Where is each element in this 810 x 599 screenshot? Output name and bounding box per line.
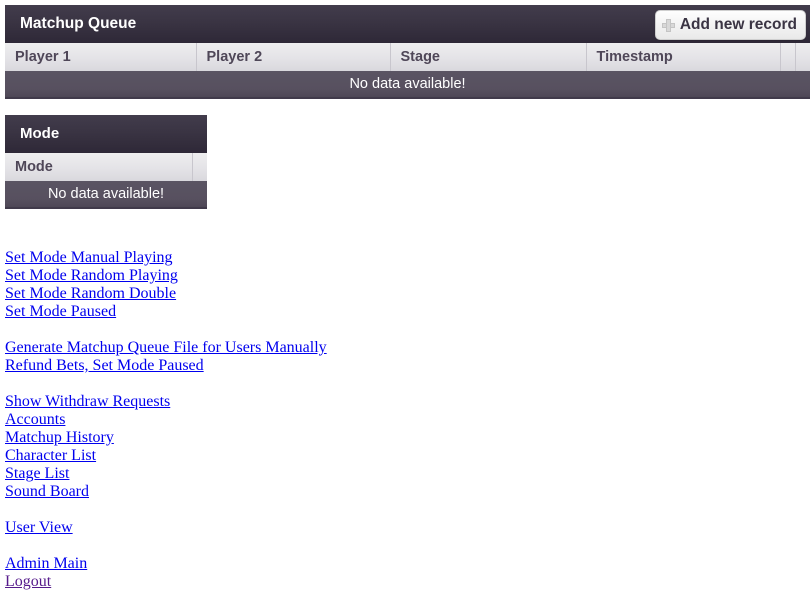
link-set-mode-random-double[interactable]: Set Mode Random Double — [5, 285, 176, 303]
link-row: Sound Board — [5, 483, 810, 501]
link-row: Set Mode Random Playing — [5, 267, 810, 285]
add-new-record-label: Add new record — [679, 16, 797, 33]
link-row: Show Withdraw Requests — [5, 393, 810, 411]
matchup-queue-table: Player 1 Player 2 Stage Timestamp No dat… — [5, 43, 810, 99]
column-header-action-1 — [780, 43, 796, 71]
link-group-spacer — [0, 537, 810, 555]
link-stage-list[interactable]: Stage List — [5, 465, 69, 483]
link-row: Set Mode Paused — [5, 303, 810, 321]
link-user-view[interactable]: User View — [5, 519, 73, 537]
link-group-spacer — [0, 375, 810, 393]
matchup-queue-header-row: Player 1 Player 2 Stage Timestamp — [5, 43, 810, 71]
mode-table: Mode No data available! — [5, 153, 207, 209]
admin-page-links: Show Withdraw Requests Accounts Matchup … — [5, 393, 810, 501]
matchup-queue-panel: Matchup Queue Add new record Player 1 Pl… — [5, 5, 810, 99]
view-links: User View — [5, 519, 810, 537]
link-set-mode-manual-playing[interactable]: Set Mode Manual Playing — [5, 249, 173, 267]
column-header-mode[interactable]: Mode — [5, 153, 193, 181]
mode-action-links: Set Mode Manual Playing Set Mode Random … — [5, 249, 810, 321]
column-header-player2[interactable]: Player 2 — [196, 43, 391, 71]
matchup-queue-title-bar: Matchup Queue Add new record — [5, 5, 810, 43]
link-logout[interactable]: Logout — [5, 573, 51, 591]
file-action-links: Generate Matchup Queue File for Users Ma… — [5, 339, 810, 375]
link-row: Stage List — [5, 465, 810, 483]
mode-empty-row: No data available! — [5, 181, 207, 209]
admin-page: Matchup Queue Add new record Player 1 Pl… — [0, 0, 810, 599]
column-header-stage[interactable]: Stage — [390, 43, 587, 71]
link-row: Admin Main — [5, 555, 810, 573]
page-title: Matchup Queue — [20, 15, 137, 32]
link-accounts[interactable]: Accounts — [5, 411, 65, 429]
mode-empty-message: No data available! — [5, 181, 207, 209]
link-row: Set Mode Random Double — [5, 285, 810, 303]
link-row: Refund Bets, Set Mode Paused — [5, 357, 810, 375]
link-row: User View — [5, 519, 810, 537]
link-set-mode-random-playing[interactable]: Set Mode Random Playing — [5, 267, 178, 285]
matchup-queue-empty-message: No data available! — [5, 71, 810, 99]
mode-header-row: Mode — [5, 153, 207, 181]
add-new-record-button[interactable]: Add new record — [654, 10, 806, 40]
link-row: Matchup History — [5, 429, 810, 447]
column-header-timestamp[interactable]: Timestamp — [586, 43, 781, 71]
link-row: Logout — [5, 573, 810, 591]
column-header-player1[interactable]: Player 1 — [5, 43, 197, 71]
mode-title-bar: Mode — [5, 115, 207, 153]
session-links: Admin Main Logout — [5, 555, 810, 591]
column-header-action-2 — [795, 43, 810, 71]
plus-icon — [661, 18, 675, 32]
link-generate-matchup-queue-file[interactable]: Generate Matchup Queue File for Users Ma… — [5, 339, 327, 357]
link-refund-bets-set-mode-paused[interactable]: Refund Bets, Set Mode Paused — [5, 357, 204, 375]
link-show-withdraw-requests[interactable]: Show Withdraw Requests — [5, 393, 170, 411]
link-matchup-history[interactable]: Matchup History — [5, 429, 114, 447]
link-character-list[interactable]: Character List — [5, 447, 96, 465]
link-group-spacer — [0, 501, 810, 519]
column-header-mode-action — [192, 153, 207, 181]
link-row: Character List — [5, 447, 810, 465]
link-row: Generate Matchup Queue File for Users Ma… — [5, 339, 810, 357]
link-row: Set Mode Manual Playing — [5, 249, 810, 267]
link-group-spacer — [0, 321, 810, 339]
mode-panel-title: Mode — [20, 125, 60, 143]
link-set-mode-paused[interactable]: Set Mode Paused — [5, 303, 116, 321]
mode-panel: Mode Mode No data available! — [5, 115, 207, 209]
link-admin-main[interactable]: Admin Main — [5, 555, 87, 573]
matchup-queue-empty-row: No data available! — [5, 71, 810, 99]
link-sound-board[interactable]: Sound Board — [5, 483, 89, 501]
link-row: Accounts — [5, 411, 810, 429]
